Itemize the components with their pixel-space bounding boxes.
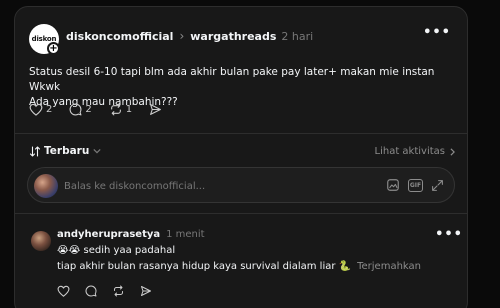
chevron-down-icon [93, 148, 101, 154]
gif-button[interactable]: GIF [408, 178, 423, 192]
divider [15, 133, 467, 134]
post-actions: 2 2 1 [29, 103, 182, 116]
more-options-icon[interactable]: ••• [423, 25, 451, 40]
chevron-right-icon: › [179, 29, 185, 43]
heart-icon [29, 103, 43, 116]
repost-button[interactable]: 1 [109, 103, 132, 116]
sort-label: Terbaru [44, 145, 90, 157]
avatar [34, 174, 58, 198]
gif-icon: GIF [408, 178, 423, 192]
send-icon [150, 104, 162, 115]
reply-tools: GIF [378, 178, 444, 192]
comment-text-line: 😭😭 sedih yaa padahal [57, 245, 176, 256]
like-button[interactable]: 2 [29, 103, 52, 116]
expand-icon [432, 179, 443, 191]
divider [15, 213, 467, 214]
expand-button[interactable] [431, 179, 444, 192]
post-header: diskon + diskoncomofficial › wargathread… [29, 21, 453, 61]
comment-text-line: tiap akhir bulan rasanya hidup kaya surv… [57, 261, 421, 272]
follow-plus-icon[interactable]: + [47, 42, 60, 55]
post-meta: diskoncomofficial › wargathreads 2 hari [66, 29, 313, 43]
avatar[interactable] [31, 231, 51, 251]
reply-count: 2 [85, 104, 92, 115]
send-icon [141, 286, 151, 296]
comment-time: 1 menit [166, 229, 205, 240]
repost-count: 1 [125, 104, 133, 115]
activity-label: Lihat aktivitas [374, 146, 446, 157]
like-count: 2 [46, 104, 53, 115]
repost-icon [114, 285, 123, 297]
comment-icon [69, 103, 82, 116]
heart-icon [57, 285, 70, 297]
post-time: 2 hari [281, 29, 314, 43]
comment-icon [85, 285, 97, 297]
community-name[interactable]: wargathreads [190, 30, 276, 43]
comment-username[interactable]: andyheruprasetya [57, 229, 160, 240]
reply-button[interactable]: 2 [69, 103, 92, 116]
post-text-line: Status desil 6-10 tapi blm ada akhir bul… [29, 66, 435, 93]
reply-composer: GIF [27, 167, 455, 203]
comment-actions [57, 285, 167, 297]
sort-icon [29, 145, 41, 157]
post-username[interactable]: diskoncomofficial [66, 30, 173, 43]
reply-input[interactable] [64, 177, 364, 195]
repost-icon [110, 103, 121, 116]
chevron-right-icon [450, 147, 455, 156]
translate-link[interactable]: Terjemahkan [357, 261, 421, 272]
comment-text: tiap akhir bulan rasanya hidup kaya surv… [57, 261, 352, 272]
repost-button[interactable] [112, 285, 125, 297]
comment-meta: andyheruprasetya 1 menit [57, 229, 205, 240]
sort-dropdown[interactable]: Terbaru [29, 145, 104, 157]
thread-card: diskon + diskoncomofficial › wargathread… [14, 6, 468, 308]
view-activity-link[interactable]: Lihat aktivitas [375, 146, 456, 157]
image-button[interactable] [386, 178, 400, 192]
reply-button[interactable] [85, 285, 97, 297]
more-options-icon[interactable]: ••• [435, 227, 463, 242]
like-button[interactable] [57, 285, 70, 297]
share-button[interactable] [149, 103, 165, 116]
image-icon [387, 179, 399, 191]
share-button[interactable] [140, 285, 152, 297]
